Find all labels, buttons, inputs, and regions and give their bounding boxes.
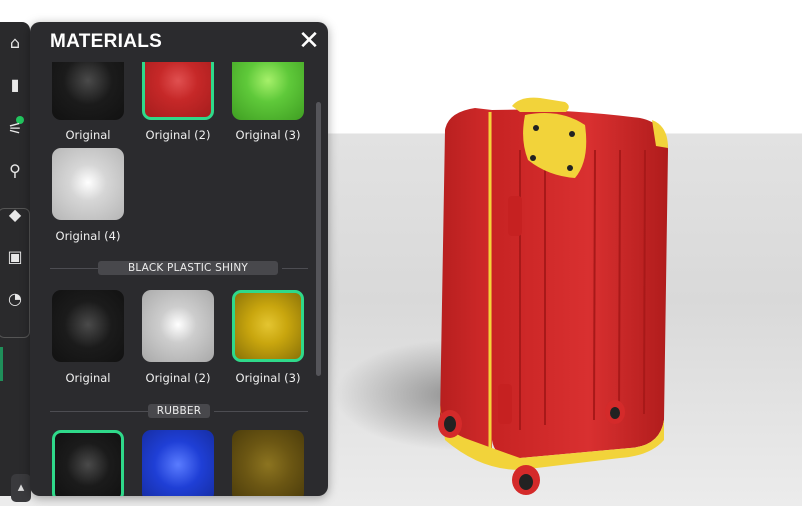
sliders-icon[interactable]: ⚟ [4,118,26,140]
swatch-original-2[interactable] [142,290,214,362]
scrollbar[interactable] [316,102,321,376]
swatch-original-3[interactable] [232,290,304,362]
swatch-label: Original (3) [235,371,301,385]
swatch-label: Original (2) [145,371,211,385]
swatch-original[interactable] [52,290,124,362]
swatch-label: Original (4) [55,229,121,243]
panel-header: MATERIALS ✕ [30,22,328,62]
swatch-label: Original (3) [235,128,301,142]
swatch-original-4[interactable] [52,148,124,220]
palette-icon[interactable]: ◔ [4,288,26,310]
active-indicator [0,347,3,381]
swatch-original-2[interactable] [142,62,214,120]
share-icon[interactable]: ⚲ [4,160,26,182]
section-label: RUBBER [148,404,210,418]
bag-icon[interactable]: ▮ [4,74,26,96]
swatch-original-3[interactable] [232,62,304,120]
swatch-label: Original [65,371,111,385]
panel-title: MATERIALS [50,31,163,52]
materials-list[interactable]: Original Original (2) Original (3) Origi… [30,62,328,496]
section-header: RUBBER [50,404,308,418]
tool-group-outline [0,208,30,338]
side-handle [508,196,522,236]
swatch-rubber-black[interactable] [52,430,124,496]
suitcase-side [440,108,492,458]
close-icon[interactable]: ✕ [296,28,322,54]
swatch-label: Original (2) [145,128,211,142]
left-toolbar: ⌂ ▮ ⚟ ⚲ ◆ ▣ ◔ ▴ [0,22,31,502]
materials-panel: MATERIALS ✕ Original Original (2) Origin… [30,22,328,496]
swatch-rubber-brown[interactable] [232,430,304,496]
swatch-rubber-blue[interactable] [142,430,214,496]
tag-icon[interactable]: ◆ [4,204,26,226]
swatch-label: Original [65,128,111,142]
swatch-original[interactable] [52,62,124,120]
camera-icon[interactable]: ▣ [4,246,26,268]
section-header: BLACK PLASTIC SHINY [50,261,308,275]
bottom-handle [498,384,512,424]
home-icon[interactable]: ⌂ [4,32,26,54]
top-handle [512,97,569,112]
expand-icon[interactable]: ▴ [11,474,31,502]
section-label: BLACK PLASTIC SHINY [98,261,278,275]
